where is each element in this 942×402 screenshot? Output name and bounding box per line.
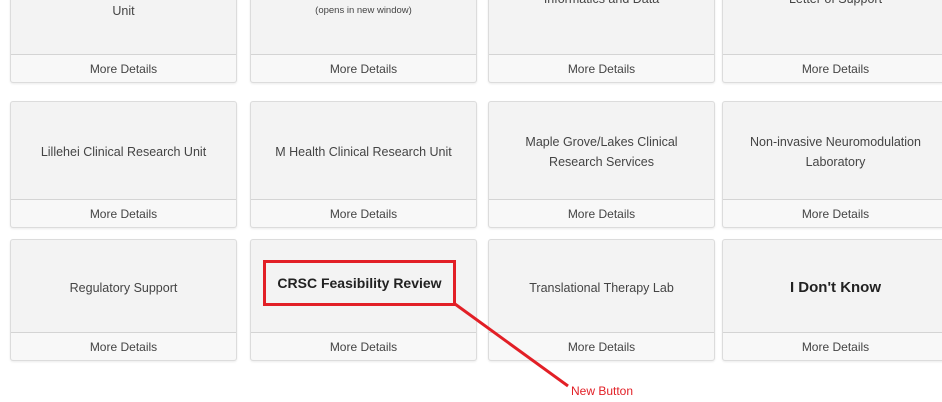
annotation-label: New Button — [571, 384, 634, 398]
annotation-arrow-icon — [454, 302, 569, 388]
